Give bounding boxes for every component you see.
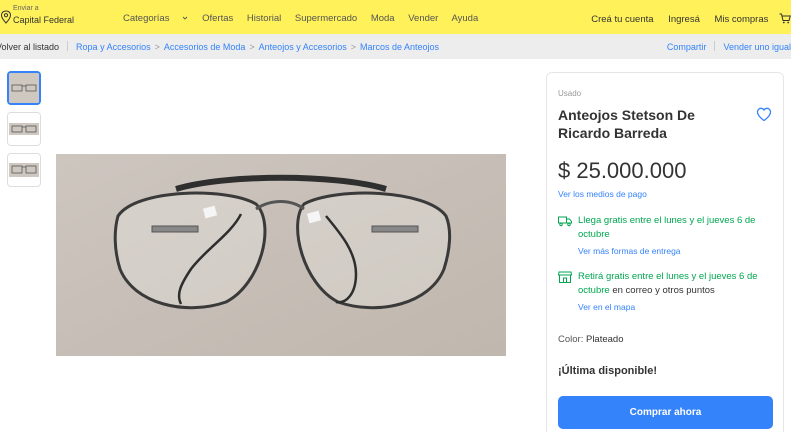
- store-icon: [558, 271, 572, 283]
- chevron-down-icon: [183, 16, 188, 20]
- cart-icon[interactable]: [779, 13, 791, 24]
- share-link[interactable]: Compartir: [667, 42, 707, 52]
- truck-icon: [558, 216, 572, 227]
- gallery-thumbnail[interactable]: [7, 71, 41, 105]
- header: Enviar a Capital Federal Categorías Ofer…: [0, 0, 791, 34]
- sell-similar-link[interactable]: Vender uno igual: [723, 42, 791, 52]
- create-account-link[interactable]: Creá tu cuenta: [591, 14, 653, 25]
- condition-label: Usado: [558, 89, 582, 98]
- aviator-glasses-image: [56, 154, 506, 356]
- nav-ayuda[interactable]: Ayuda: [451, 13, 478, 24]
- nav-label: Categorías: [123, 13, 170, 24]
- pickup-places: en correo y otros puntos: [612, 285, 715, 296]
- buy-now-button[interactable]: Comprar ahora: [558, 396, 773, 429]
- breadcrumb-bar: Volver al listado Ropa y Accesorios > Acces…: [0, 34, 791, 59]
- product-price: $ 25.000.000: [558, 158, 687, 183]
- gallery-thumbnail[interactable]: [7, 112, 41, 146]
- glasses-thumbnail-image: [9, 73, 39, 103]
- main-nav: Categorías Ofertas Historial Supermercad…: [123, 13, 489, 24]
- breadcrumb-item[interactable]: Ropa y Accesorios: [76, 42, 151, 52]
- shipping-text: Llega gratis entre el lunes y el jueves …: [578, 214, 778, 242]
- color-selection: Color: Plateado: [558, 334, 624, 345]
- back-to-list-link[interactable]: Volver al listado: [0, 42, 59, 52]
- divider: [714, 41, 716, 51]
- breadcrumb-item[interactable]: Anteojos y Accesorios: [259, 42, 347, 52]
- free-shipping-label: Llega gratis: [578, 215, 628, 226]
- breadcrumb-item[interactable]: Marcos de Anteojos: [360, 42, 439, 52]
- color-value: Plateado: [585, 334, 624, 345]
- breadcrumb: Volver al listado Ropa y Accesorios > Acces…: [0, 41, 439, 52]
- free-pickup-label: Retirá gratis: [578, 271, 630, 282]
- nav-historial[interactable]: Historial: [247, 13, 281, 24]
- breadcrumb-item[interactable]: Accesorios de Moda: [164, 42, 246, 52]
- product-title: Anteojos Stetson De Ricardo Barreda: [558, 107, 695, 141]
- breadcrumb-separator: >: [154, 42, 160, 52]
- purchase-panel: Usado Anteojos Stetson De Ricardo Barred…: [546, 72, 784, 432]
- location-pin-icon: [0, 10, 12, 24]
- divider: [67, 41, 69, 51]
- glasses-thumbnail-image: [8, 113, 40, 145]
- view-map-link[interactable]: Ver en el mapa: [578, 302, 635, 312]
- nav-categorias[interactable]: Categorías: [123, 13, 188, 24]
- breadcrumb-actions: Compartir Vender uno igual: [667, 41, 791, 52]
- nav-vender[interactable]: Vender: [408, 13, 438, 24]
- product-main-image[interactable]: [56, 154, 506, 356]
- color-label: Color:: [558, 334, 584, 345]
- deliver-label: Enviar a: [13, 5, 39, 12]
- nav-moda[interactable]: Moda: [371, 13, 395, 24]
- login-link[interactable]: Ingresá: [668, 14, 700, 25]
- glasses-thumbnail-image: [8, 154, 40, 186]
- more-delivery-options-link[interactable]: Ver más formas de entrega: [578, 246, 681, 256]
- payment-methods-link[interactable]: Ver los medios de pago: [558, 189, 647, 199]
- pickup-text: Retirá gratis entre el lunes y el jueves…: [578, 270, 778, 298]
- gallery-thumbnail[interactable]: [7, 153, 41, 187]
- deliver-to-location[interactable]: Enviar a Capital Federal: [0, 4, 80, 30]
- heart-icon[interactable]: [756, 107, 772, 122]
- breadcrumb-separator: >: [249, 42, 255, 52]
- deliver-location: Capital Federal: [13, 15, 75, 25]
- nav-ofertas[interactable]: Ofertas: [202, 13, 233, 24]
- stock-status: ¡Última disponible!: [558, 365, 657, 377]
- my-purchases-link[interactable]: Mis compras: [715, 14, 769, 25]
- nav-supermercado[interactable]: Supermercado: [295, 13, 357, 24]
- breadcrumb-separator: >: [350, 42, 356, 52]
- account-links: Creá tu cuenta Ingresá Mis compras: [579, 13, 791, 25]
